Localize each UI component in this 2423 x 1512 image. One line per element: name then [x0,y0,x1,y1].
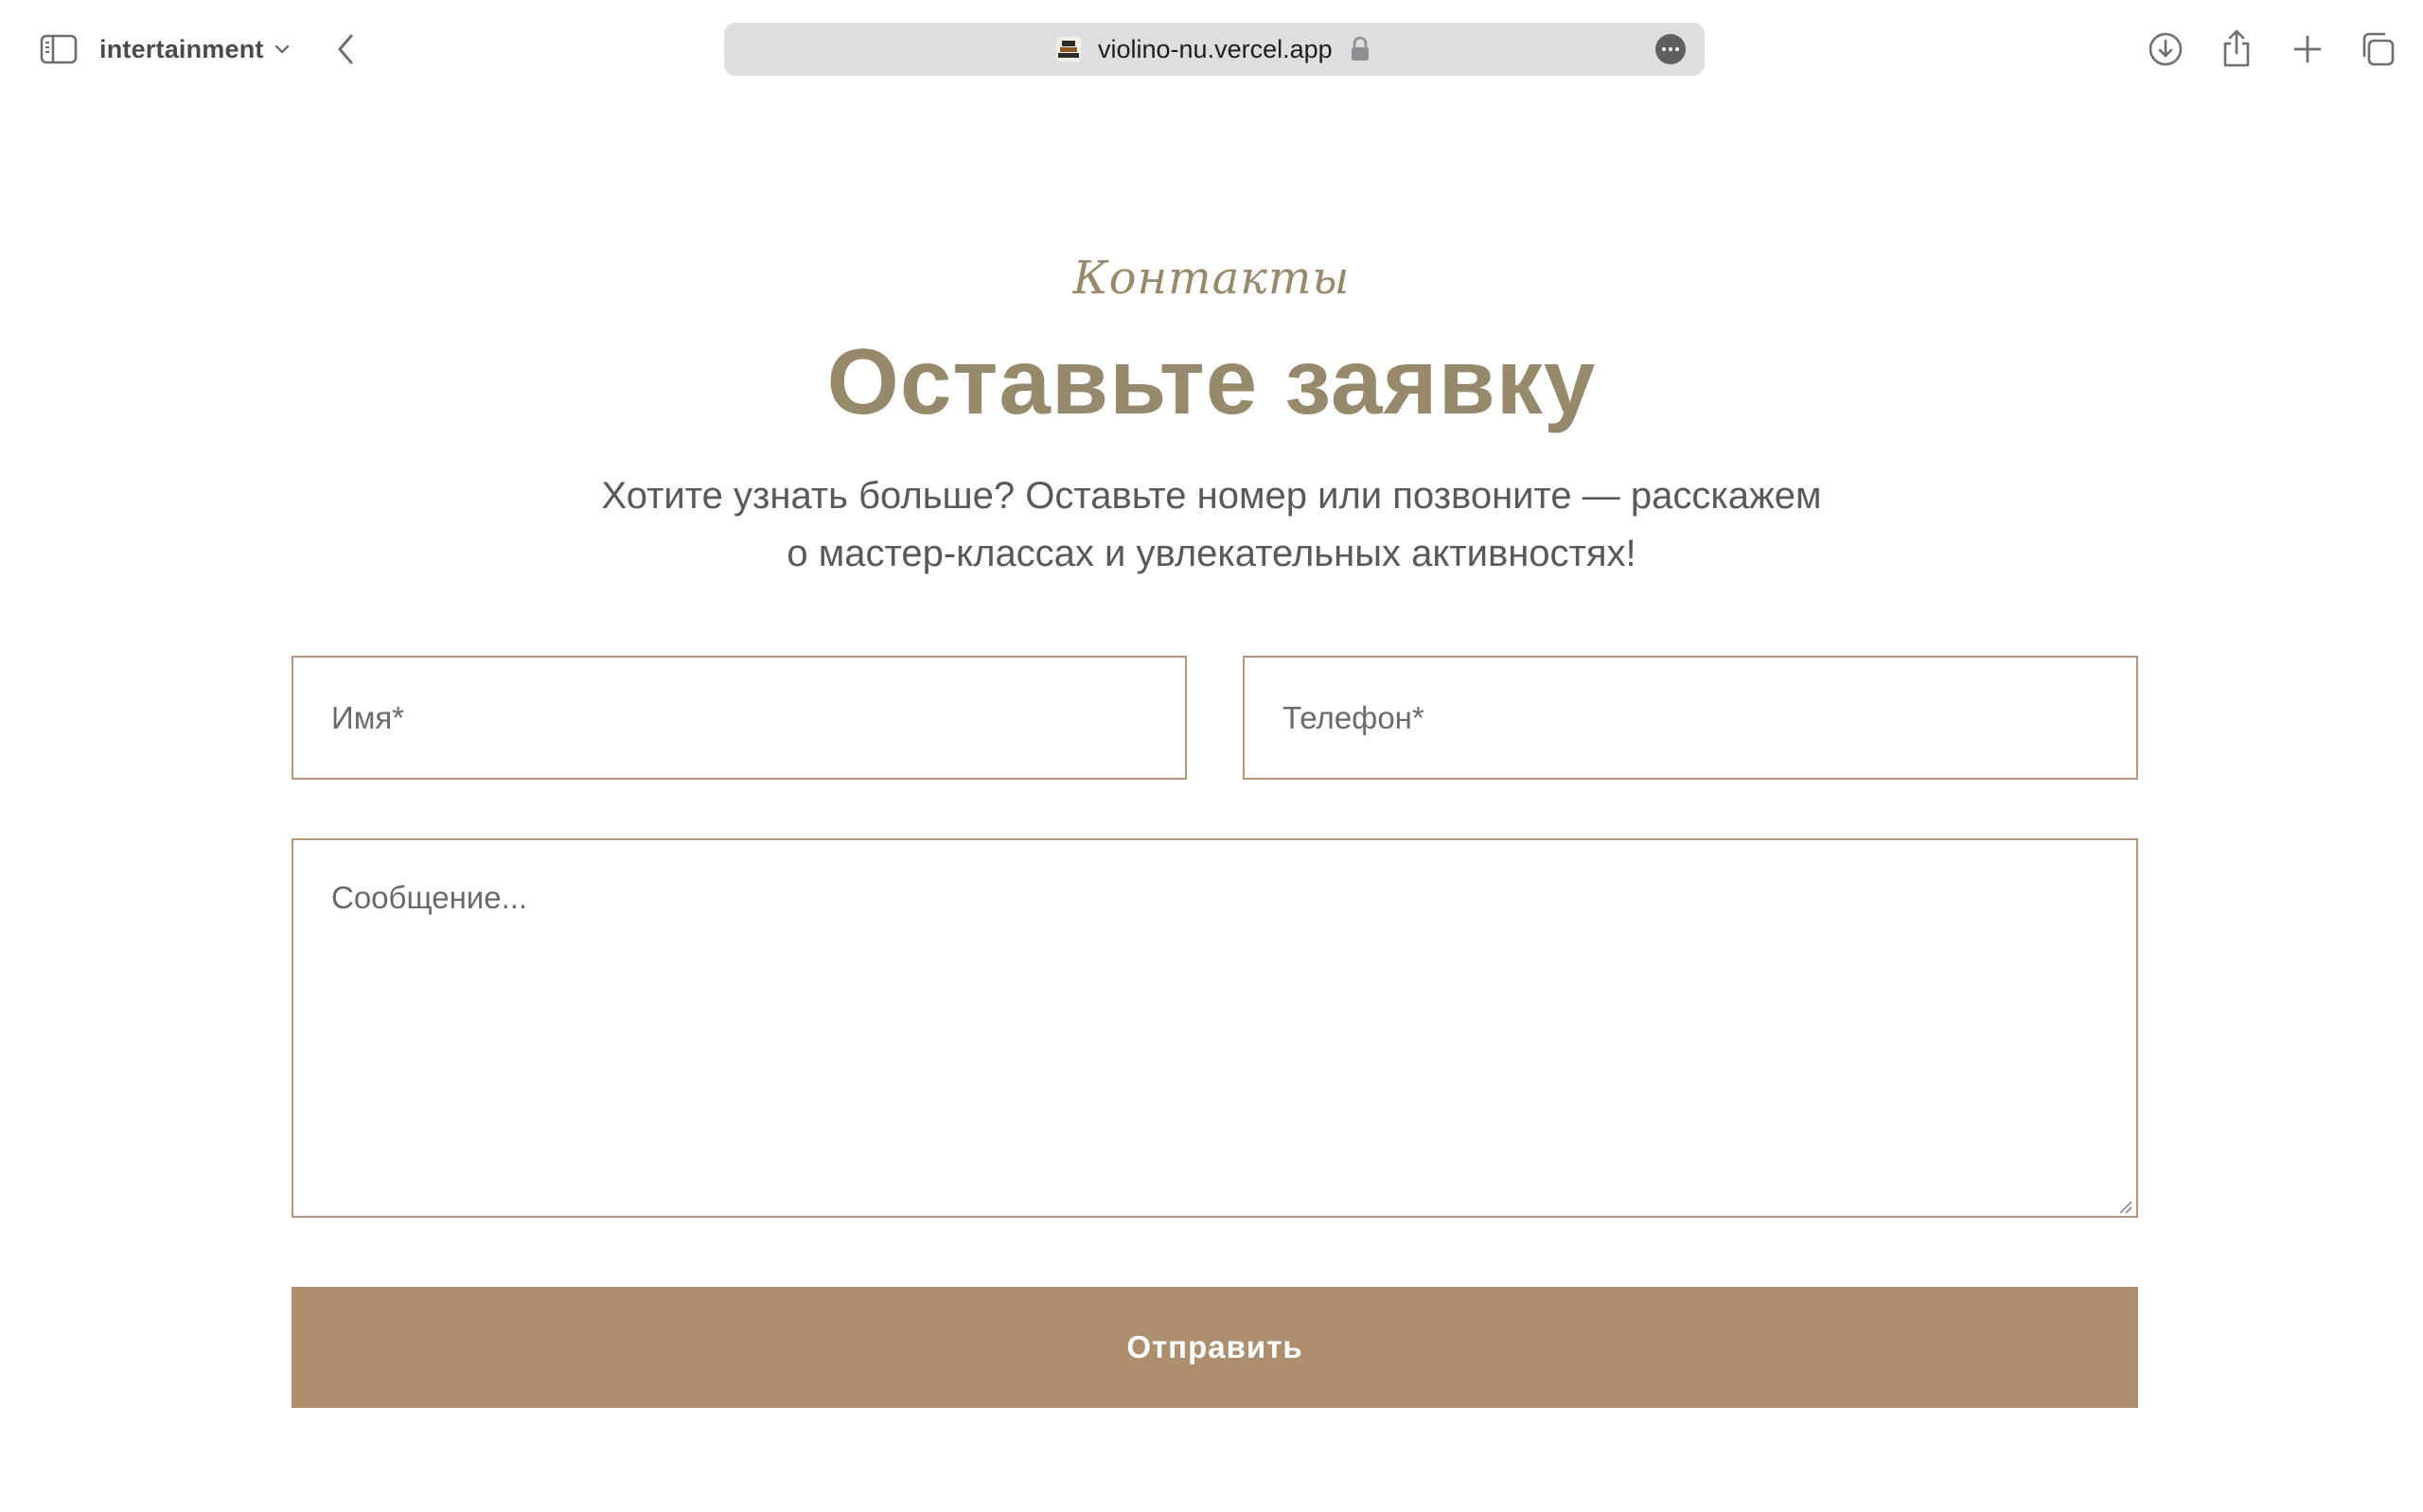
section-title: Оставьте заявку [826,329,1597,433]
page-menu-button[interactable] [1655,34,1686,64]
url-text: violino-nu.vercel.app [1098,34,1333,63]
lead-line-1: Хотите узнать больше? Оставьте номер или… [601,475,1822,517]
submit-button[interactable]: Отправить [292,1287,2138,1408]
sidebar-icon [40,34,78,64]
back-arrow-icon [338,34,353,64]
new-tab-button[interactable] [2289,26,2326,72]
share-button[interactable] [2218,25,2255,72]
contact-section: Контакты Оставьте заявку Хотите узнать б… [0,98,2423,1512]
tab-group-label[interactable]: intertainment [99,28,264,70]
plus-icon [2293,35,2322,63]
downloads-button[interactable] [2147,26,2184,72]
name-input[interactable] [292,656,1187,780]
address-bar[interactable]: violino-nu.vercel.app [724,23,1705,76]
share-icon [2223,29,2250,67]
chevron-down-icon [274,44,290,54]
resize-handle-icon[interactable] [2116,1198,2133,1215]
back-button[interactable] [327,26,364,72]
message-textarea[interactable] [292,838,2138,1218]
download-icon [2149,32,2183,66]
phone-input[interactable] [1243,656,2138,780]
tabs-icon [2362,32,2395,66]
more-icon [1662,47,1666,51]
browser-toolbar: intertainment violino-nu.vercel.app [0,0,2423,98]
lead-line-2: о мастер-классах и увлекательных активно… [787,533,1636,574]
section-eyebrow: Контакты [1072,252,1351,305]
section-lead: Хотите узнать больше? Оставьте номер или… [454,467,1969,583]
sidebar-toggle-button[interactable] [36,28,81,70]
lock-icon [1352,36,1369,61]
tab-overview-button[interactable] [2357,26,2398,72]
tab-group-menu-button[interactable] [269,28,295,70]
favicon-icon [1056,37,1081,62]
